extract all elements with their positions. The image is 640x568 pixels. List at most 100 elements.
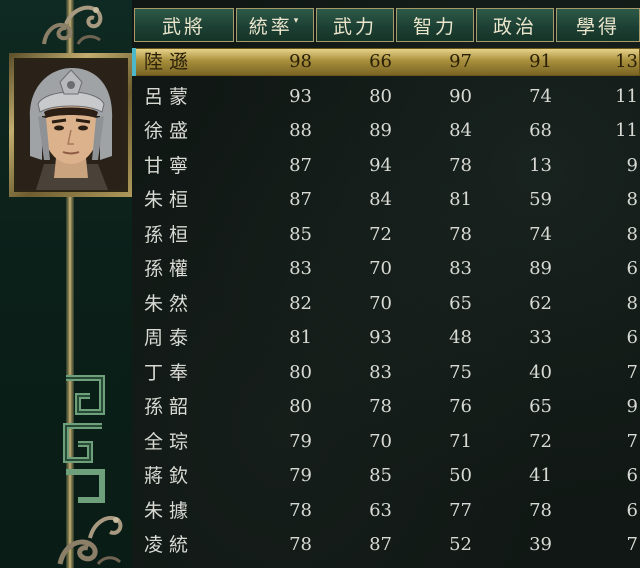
war-value: 80 <box>369 85 392 107</box>
header-leadership[interactable]: 統率 ▾ <box>236 8 314 42</box>
portrait-frame <box>9 53 132 197</box>
intelligence-value: 48 <box>449 327 472 348</box>
officer-name: 丁奉 <box>144 361 195 384</box>
officer-row[interactable]: 孫權 83 70 83 89 6 <box>132 252 640 287</box>
war-value: 70 <box>369 430 392 452</box>
war-value: 93 <box>369 327 392 348</box>
officer-row[interactable]: 全琮 79 70 71 72 7 <box>132 425 640 460</box>
intelligence-value: 84 <box>449 120 472 141</box>
leadership-value: 80 <box>289 396 312 417</box>
officer-row[interactable]: 呂蒙 93 80 90 74 11 <box>132 80 640 115</box>
officer-row[interactable]: 周泰 81 93 48 33 6 <box>132 321 640 356</box>
leadership-value: 81 <box>289 327 312 348</box>
dragon-ornament-bottom-icon <box>57 516 123 565</box>
war-value: 89 <box>369 120 392 141</box>
war-value: 72 <box>369 223 392 245</box>
officer-name: 朱桓 <box>144 189 195 211</box>
officer-row[interactable]: 丁奉 80 83 75 40 7 <box>132 356 640 391</box>
officer-list-panel: 武將 統率 ▾ 武力 智力 政治 學得 陸遜 98 66 97 91 13 呂蒙 93 80 90 7… <box>132 0 640 568</box>
leadership-value: 85 <box>289 223 312 245</box>
learned-value: 8 <box>626 223 638 245</box>
learned-value: 8 <box>626 292 638 314</box>
intelligence-value: 90 <box>449 85 472 107</box>
officer-name: 陸遜 <box>144 51 195 73</box>
header-intelligence[interactable]: 智力 <box>396 8 474 42</box>
learned-value: 8 <box>626 189 638 210</box>
politics-value: 40 <box>529 361 552 383</box>
leadership-value: 87 <box>289 154 312 176</box>
learned-value: 7 <box>626 430 638 452</box>
war-value: 85 <box>369 465 392 486</box>
politics-value: 89 <box>529 258 552 279</box>
intelligence-value: 77 <box>449 499 472 521</box>
officer-row[interactable]: 徐盛 88 89 84 68 11 <box>132 114 640 149</box>
officer-name: 甘寧 <box>144 154 195 177</box>
header-name[interactable]: 武將 <box>134 8 234 42</box>
header-label: 武力 <box>332 15 377 38</box>
politics-value: 41 <box>529 465 552 486</box>
leadership-value: 79 <box>289 430 312 452</box>
leadership-value: 78 <box>289 534 312 555</box>
header-learned[interactable]: 學得 <box>556 8 640 42</box>
header-politics[interactable]: 政治 <box>476 8 554 42</box>
officer-row[interactable]: 朱據 78 63 77 78 6 <box>132 494 640 529</box>
officer-name: 蔣欽 <box>144 465 195 487</box>
politics-value: 13 <box>529 154 552 176</box>
intelligence-value: 78 <box>449 223 472 245</box>
officer-row[interactable]: 孫桓 85 72 78 74 8 <box>132 218 640 253</box>
officer-name: 孫權 <box>144 258 195 280</box>
intelligence-value: 71 <box>449 430 472 452</box>
officer-table-body: 陸遜 98 66 97 91 13 呂蒙 93 80 90 74 11 徐盛 88 89 84 68 11 甘寧 87… <box>132 45 640 563</box>
officer-row[interactable]: 朱桓 87 84 81 59 8 <box>132 183 640 218</box>
politics-value: 91 <box>529 51 552 72</box>
politics-value: 74 <box>529 223 552 245</box>
politics-value: 39 <box>529 534 552 555</box>
officer-name: 全琮 <box>144 430 195 453</box>
header-war[interactable]: 武力 <box>316 8 394 42</box>
learned-value: 9 <box>626 154 638 176</box>
officer-row[interactable]: 朱然 82 70 65 62 8 <box>132 287 640 322</box>
war-value: 66 <box>369 51 392 72</box>
learned-value: 7 <box>626 534 638 555</box>
intelligence-value: 76 <box>449 396 472 417</box>
officer-name: 呂蒙 <box>144 85 195 108</box>
intelligence-value: 75 <box>449 361 472 383</box>
key-pattern-ornament-icon <box>63 375 105 503</box>
learned-value: 6 <box>626 258 638 279</box>
leadership-value: 80 <box>289 361 312 383</box>
learned-value: 13 <box>615 51 638 72</box>
politics-value: 59 <box>529 189 552 210</box>
intelligence-value: 97 <box>449 51 472 72</box>
politics-value: 68 <box>529 120 552 141</box>
officer-name: 孫韶 <box>144 396 195 418</box>
leadership-value: 83 <box>289 258 312 279</box>
intelligence-value: 50 <box>449 465 472 486</box>
leadership-value: 82 <box>289 292 312 314</box>
sort-indicator-icon: ▾ <box>293 16 302 26</box>
officer-row[interactable]: 蔣欽 79 85 50 41 6 <box>132 459 640 494</box>
leadership-value: 93 <box>289 85 312 107</box>
politics-value: 78 <box>529 499 552 521</box>
learned-value: 6 <box>626 327 638 348</box>
learned-value: 11 <box>615 120 638 141</box>
learned-value: 11 <box>615 85 638 107</box>
intelligence-value: 52 <box>449 534 472 555</box>
officer-row[interactable]: 甘寧 87 94 78 13 9 <box>132 149 640 184</box>
officer-name: 朱據 <box>144 499 195 522</box>
leadership-value: 88 <box>289 120 312 141</box>
officer-row[interactable]: 凌統 78 87 52 39 7 <box>132 528 640 563</box>
war-value: 87 <box>369 534 392 555</box>
selection-marker <box>132 48 136 76</box>
war-value: 94 <box>369 154 392 176</box>
politics-value: 74 <box>529 85 552 107</box>
war-value: 70 <box>369 292 392 314</box>
officer-name: 周泰 <box>144 327 195 349</box>
war-value: 83 <box>369 361 392 383</box>
politics-value: 65 <box>529 396 552 417</box>
officer-row[interactable]: 孫韶 80 78 76 65 9 <box>132 390 640 425</box>
general-portrait-icon <box>16 60 126 190</box>
politics-value: 33 <box>529 327 552 348</box>
learned-value: 6 <box>626 465 638 486</box>
intelligence-value: 65 <box>449 292 472 314</box>
officer-row[interactable]: 陸遜 98 66 97 91 13 <box>132 45 640 80</box>
